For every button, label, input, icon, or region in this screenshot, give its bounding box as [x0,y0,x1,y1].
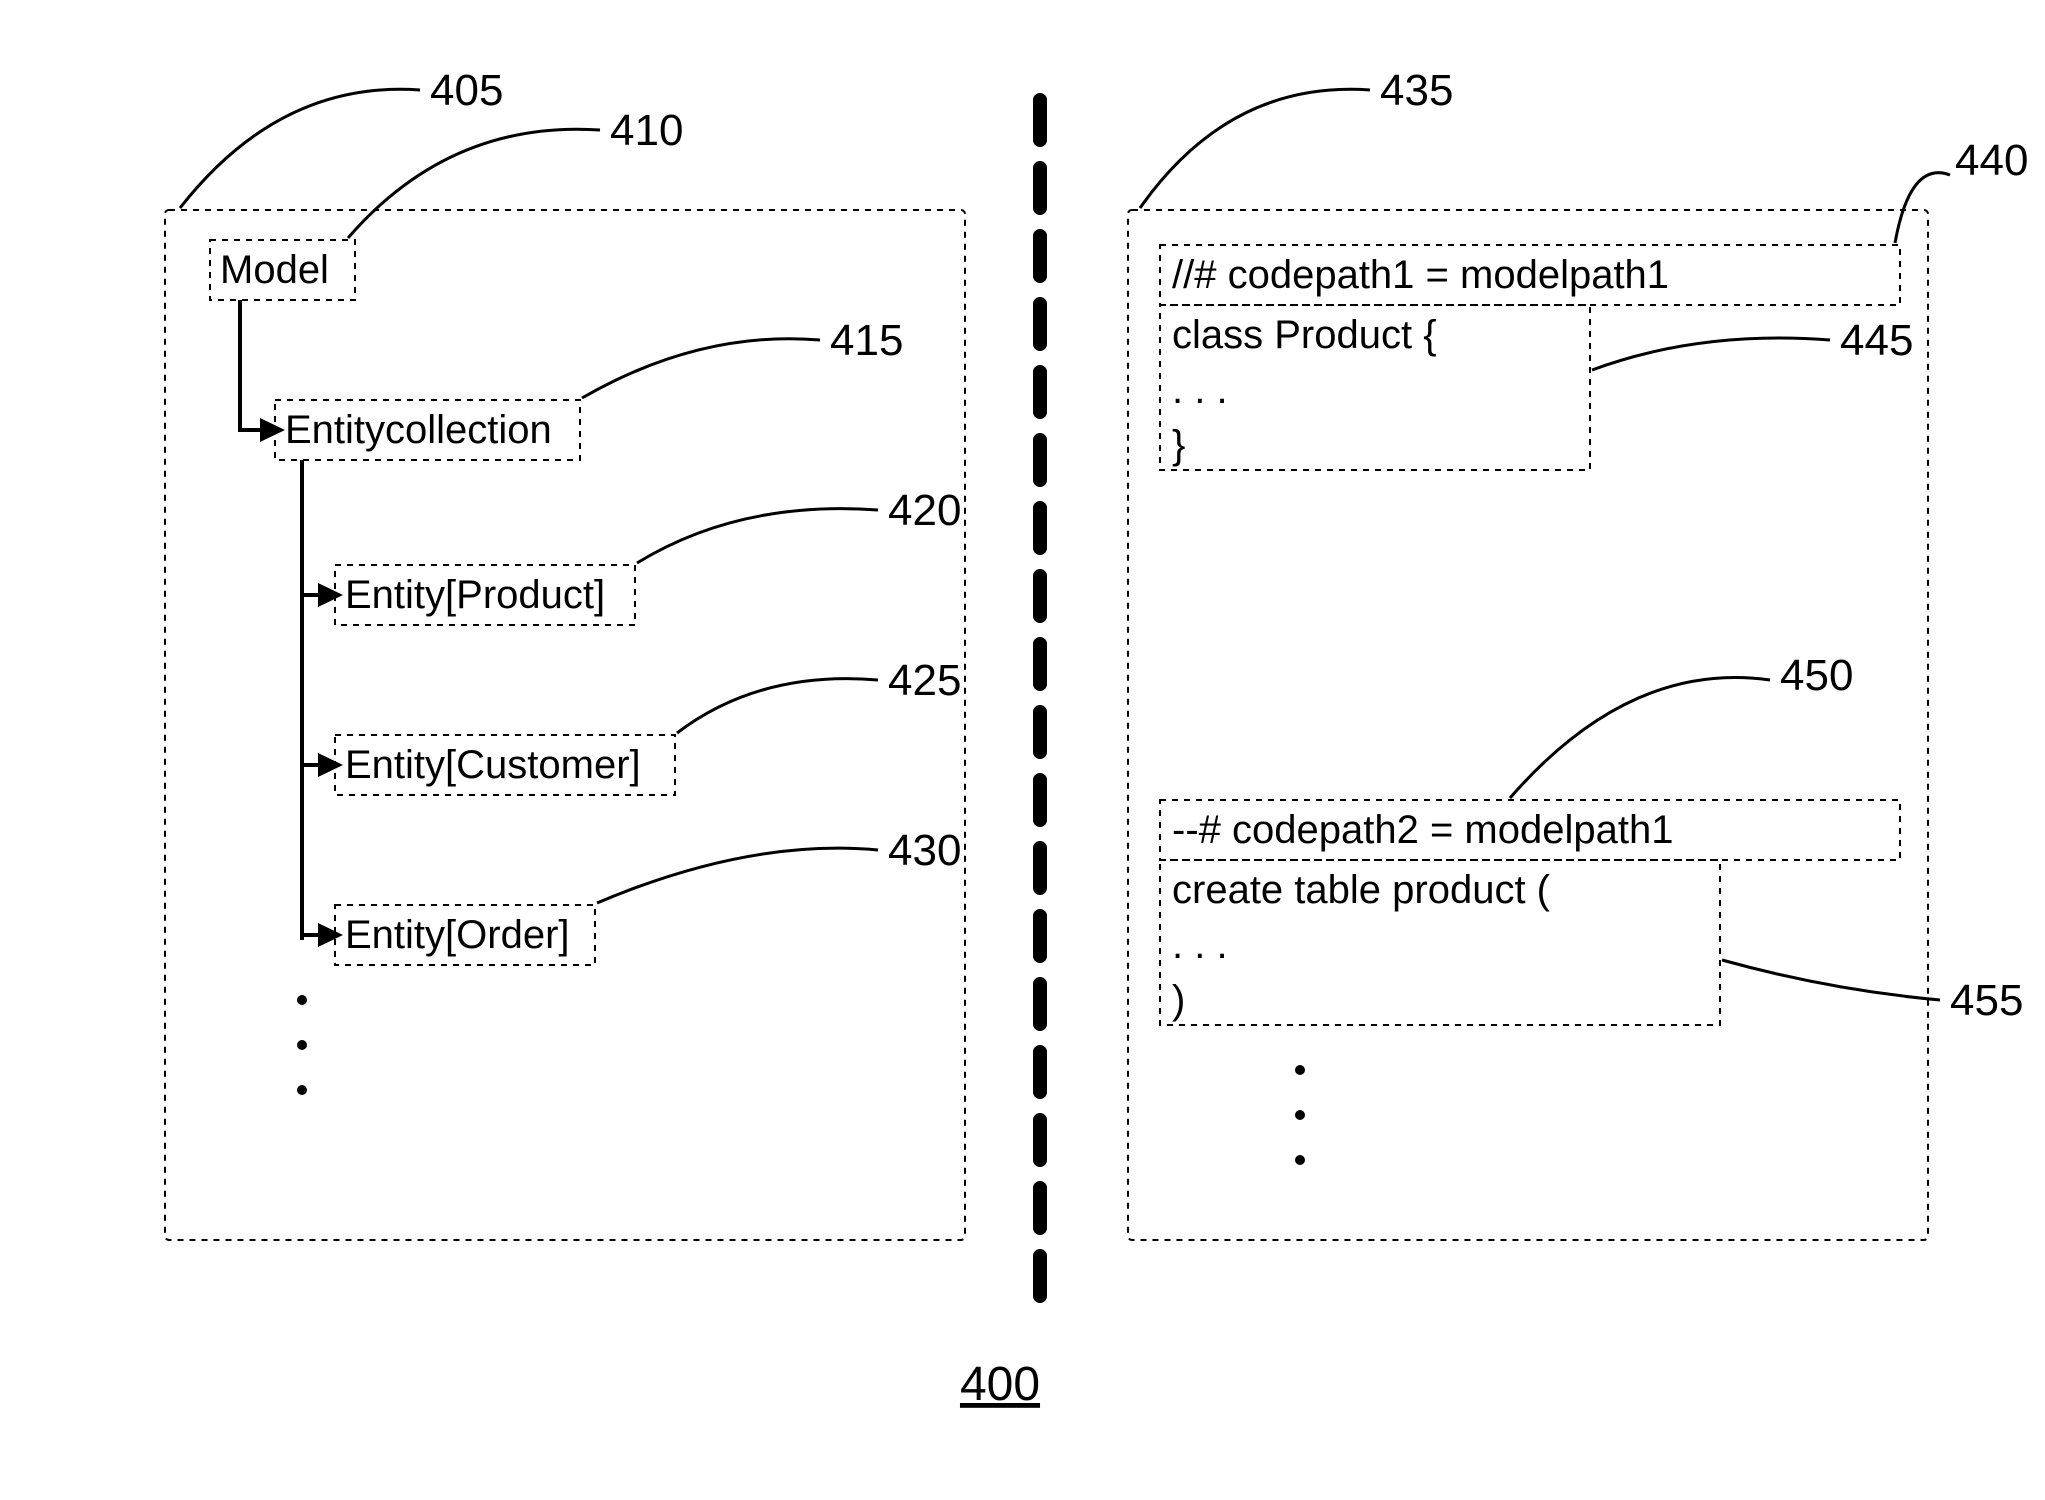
leader-410 [348,129,600,238]
ref-410: 410 [610,106,683,155]
leader-425 [677,679,878,733]
right-panel-box [1128,210,1928,1240]
sql-line: create table product ( [1172,868,1551,912]
connector-model-ec [240,300,260,430]
leader-430 [597,848,878,903]
sql-close: ) [1172,978,1185,1022]
figure-number: 400 [960,1358,1040,1411]
diagram-figure: 405 Model 410 Entitycollection 415 Entit… [0,0,2045,1500]
ref-450: 450 [1780,651,1853,700]
leader-445 [1592,338,1830,370]
ref-420: 420 [888,486,961,535]
ref-425: 425 [888,656,961,705]
model-label: Model [220,248,329,292]
leader-420 [637,509,878,563]
ref-455: 455 [1950,976,2023,1025]
codepath1-annotation: //# codepath1 = modelpath1 [1172,253,1669,297]
leader-440 [1895,173,1950,243]
ref-430: 430 [888,826,961,875]
ref-440: 440 [1955,136,2028,185]
entity-product-label: Entity[Product] [345,573,605,617]
leader-450 [1510,677,1770,798]
class-ellipsis: . . . [1172,368,1228,412]
arrowhead-ec [260,418,285,442]
ref-405: 405 [430,66,503,115]
sql-ellipsis: . . . [1172,923,1228,967]
entitycollection-label: Entitycollection [285,408,552,452]
ref-415: 415 [830,316,903,365]
class-close: } [1172,423,1185,467]
leader-415 [582,339,820,398]
leader-435 [1140,89,1370,208]
entity-customer-label: Entity[Customer] [345,743,641,787]
leader-455 [1722,960,1940,1000]
ref-435: 435 [1380,66,1453,115]
codepath2-annotation: --# codepath2 = modelpath1 [1172,808,1673,852]
ref-445: 445 [1840,316,1913,365]
entity-order-label: Entity[Order] [345,913,570,957]
leader-405 [180,89,420,208]
class-line: class Product { [1172,313,1437,357]
